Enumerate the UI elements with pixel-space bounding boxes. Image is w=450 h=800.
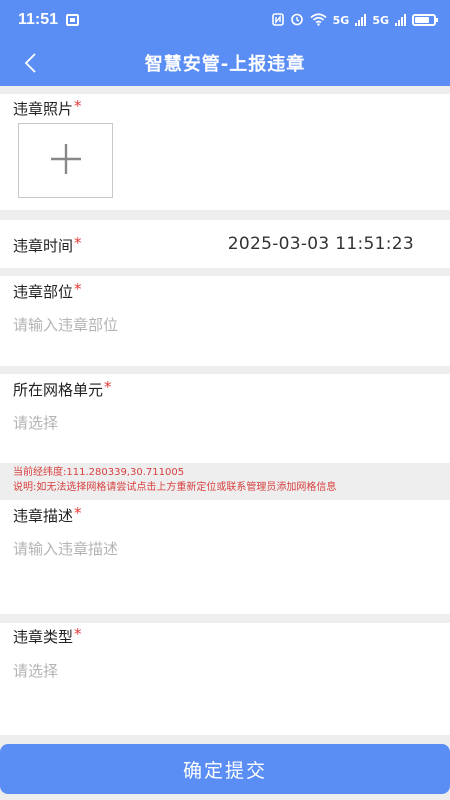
grid-select[interactable]: 请选择 bbox=[13, 412, 58, 433]
status-right: 5G 5G bbox=[271, 11, 438, 30]
network-type-1: 5G bbox=[332, 13, 350, 27]
nav-bar: 智慧安管-上报违章 bbox=[0, 40, 450, 86]
location-label: 违章部位* bbox=[13, 280, 82, 301]
add-photo-button[interactable] bbox=[18, 123, 113, 198]
description-section: 违章描述* 请输入违章描述 bbox=[0, 500, 450, 614]
coordinates-text: 当前经纬度:111.280339,30.711005 bbox=[13, 467, 185, 478]
required-mark: * bbox=[74, 97, 82, 115]
time-value[interactable]: 2025-03-03 11:51:23 bbox=[228, 234, 414, 254]
required-mark: * bbox=[104, 378, 112, 396]
photo-section: 违章照片* bbox=[0, 94, 450, 210]
status-left: 11:51 bbox=[18, 11, 80, 29]
time-label: 违章时间* bbox=[13, 234, 82, 255]
grid-label: 所在网格单元* bbox=[13, 378, 112, 399]
location-section: 违章部位* 请输入违章部位 bbox=[0, 276, 450, 366]
required-mark: * bbox=[74, 280, 82, 298]
wifi-icon bbox=[310, 11, 327, 30]
alarm-icon bbox=[290, 11, 304, 30]
plus-icon bbox=[49, 142, 83, 180]
submit-area: 确定提交 bbox=[0, 742, 450, 800]
photo-label: 违章照片* bbox=[13, 97, 82, 118]
status-bar: 11:51 5G 5G bbox=[0, 0, 450, 40]
required-mark: * bbox=[74, 504, 82, 522]
submit-button[interactable]: 确定提交 bbox=[0, 744, 450, 794]
page-title: 智慧安管-上报违章 bbox=[144, 54, 306, 75]
description-input[interactable]: 请输入违章描述 bbox=[13, 538, 118, 559]
type-section: 违章类型* 请选择 bbox=[0, 623, 450, 735]
type-select[interactable]: 请选择 bbox=[13, 660, 58, 681]
back-arrow-icon[interactable] bbox=[10, 40, 50, 86]
signal-icon-2 bbox=[395, 14, 406, 26]
battery-icon bbox=[412, 14, 438, 26]
signal-icon bbox=[355, 14, 367, 26]
location-info: 当前经纬度:111.280339,30.711005 说明:如无法选择网格请尝试… bbox=[0, 463, 450, 499]
app-header: 11:51 5G 5G 智慧安管-上报违章 bbox=[0, 0, 450, 86]
grid-section: 所在网格单元* 请选择 bbox=[0, 374, 450, 463]
description-label: 违章描述* bbox=[13, 504, 82, 525]
network-type-2: 5G bbox=[372, 13, 389, 27]
status-time: 11:51 bbox=[18, 11, 59, 28]
type-label: 违章类型* bbox=[13, 625, 82, 646]
app-notification-icon bbox=[66, 14, 80, 26]
required-mark: * bbox=[74, 625, 82, 643]
location-input[interactable]: 请输入违章部位 bbox=[13, 314, 118, 335]
nfc-icon bbox=[271, 11, 284, 30]
grid-help-text: 说明:如无法选择网格请尝试点击上方重新定位或联系管理员添加网格信息 bbox=[13, 482, 337, 493]
time-row[interactable]: 违章时间* 2025-03-03 11:51:23 bbox=[0, 220, 450, 268]
required-mark: * bbox=[74, 234, 82, 252]
